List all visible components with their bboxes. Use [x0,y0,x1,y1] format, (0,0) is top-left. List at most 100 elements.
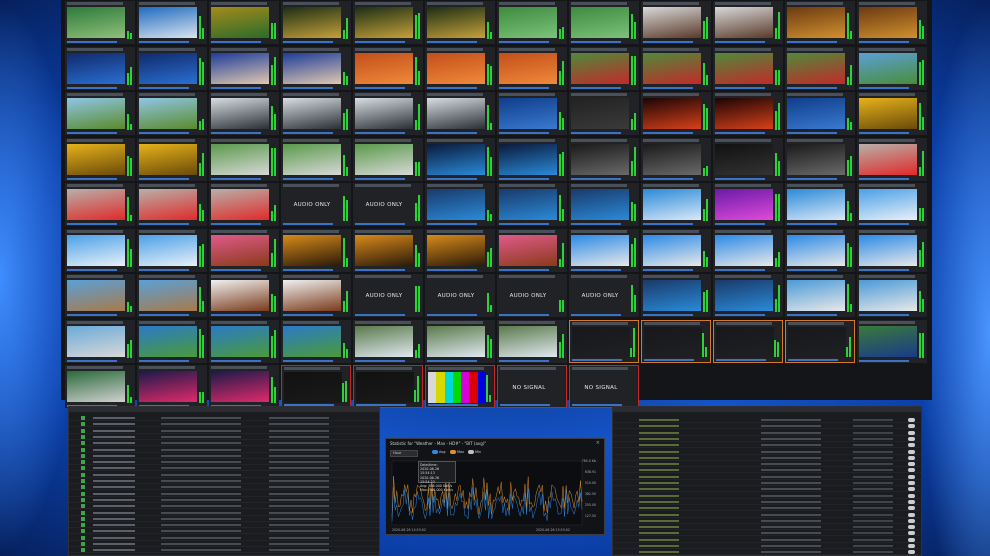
channel-row[interactable] [69,484,379,491]
channel-row[interactable] [69,541,379,547]
video-tile[interactable]: AUDIO ONLY [281,183,351,226]
video-tile[interactable] [281,274,351,317]
video-tile[interactable]: AUDIO ONLY [353,274,423,317]
video-tile[interactable] [497,183,567,226]
visibility-toggle-icon[interactable] [908,481,915,485]
video-tile[interactable] [65,137,135,181]
channel-row[interactable] [69,447,379,453]
video-tile[interactable] [137,46,207,90]
video-tile[interactable] [353,1,423,44]
channel-row[interactable] [69,453,379,459]
channel-row[interactable] [69,535,379,541]
video-tile[interactable] [209,92,279,135]
video-tile[interactable]: NO SIGNAL [497,365,567,408]
event-row[interactable] [613,530,921,537]
visibility-toggle-icon[interactable] [908,418,915,422]
video-tile[interactable] [569,228,639,272]
event-row[interactable] [613,518,921,524]
video-tile[interactable] [785,183,855,226]
channel-row[interactable] [69,472,379,478]
video-tile[interactable] [209,183,279,226]
video-tile[interactable] [569,319,639,363]
visibility-toggle-icon[interactable] [908,518,915,523]
video-tile[interactable] [497,319,567,363]
event-row[interactable] [613,442,921,449]
video-tile[interactable] [281,319,351,363]
video-tile[interactable] [137,274,207,317]
event-row[interactable] [613,505,921,512]
event-row[interactable] [613,467,921,474]
event-row[interactable] [613,480,921,486]
video-tile[interactable] [281,1,351,44]
video-tile[interactable] [713,46,783,90]
event-row[interactable] [613,537,921,543]
video-tile[interactable] [569,1,639,44]
event-row[interactable] [613,461,921,468]
video-tile[interactable] [281,228,351,272]
video-tile[interactable] [641,137,711,181]
channel-row[interactable] [69,428,379,434]
video-tile[interactable] [281,137,351,181]
channel-row[interactable] [69,547,379,554]
video-tile[interactable] [569,183,639,226]
video-tile[interactable] [497,46,567,90]
visibility-toggle-icon[interactable] [908,468,915,473]
video-tile[interactable] [497,137,567,181]
video-tile[interactable] [497,1,567,44]
video-tile[interactable] [65,274,135,317]
video-tile[interactable] [353,46,423,90]
video-tile[interactable] [65,183,135,226]
video-tile[interactable] [785,137,855,181]
video-tile[interactable] [497,92,567,135]
video-tile[interactable] [65,92,135,135]
video-tile[interactable] [425,137,495,181]
video-tile[interactable] [713,319,783,363]
channel-row[interactable] [69,516,379,522]
event-row[interactable] [613,549,921,555]
video-tile[interactable] [425,319,495,363]
channel-row[interactable] [69,510,379,516]
video-tile[interactable] [137,319,207,363]
video-tile[interactable] [713,274,783,317]
video-tile[interactable] [857,228,927,272]
visibility-toggle-icon[interactable] [908,544,915,548]
video-tile[interactable] [857,274,927,317]
video-tile[interactable] [65,365,135,408]
visibility-toggle-icon[interactable] [908,449,915,454]
video-tile[interactable] [65,1,135,44]
video-tile[interactable] [425,365,495,408]
video-tile[interactable] [209,137,279,181]
video-tile[interactable] [785,228,855,272]
channel-row[interactable] [69,459,379,466]
video-tile[interactable] [569,92,639,135]
video-tile[interactable] [785,1,855,44]
video-tile[interactable] [857,92,927,135]
video-tile[interactable] [641,46,711,90]
visibility-toggle-icon[interactable] [908,512,915,517]
video-tile[interactable] [641,274,711,317]
visibility-toggle-icon[interactable] [908,493,915,498]
video-tile[interactable] [785,319,855,363]
event-row[interactable] [613,493,921,499]
video-tile[interactable] [641,319,711,363]
video-tile[interactable]: AUDIO ONLY [425,274,495,317]
event-row[interactable] [613,512,921,518]
video-tile[interactable] [353,228,423,272]
event-row[interactable] [613,423,921,430]
video-tile[interactable] [209,46,279,90]
channel-row[interactable] [69,503,379,510]
video-tile[interactable] [713,1,783,44]
visibility-toggle-icon[interactable] [908,443,915,448]
video-tile[interactable] [209,1,279,44]
video-tile[interactable] [857,183,927,226]
video-tile[interactable] [209,274,279,317]
video-tile[interactable] [857,137,927,181]
video-tile[interactable] [857,319,927,363]
video-tile[interactable] [209,319,279,363]
visibility-toggle-icon[interactable] [908,537,915,542]
video-tile[interactable] [137,92,207,135]
channel-row[interactable] [69,478,379,484]
video-tile[interactable]: AUDIO ONLY [497,274,567,317]
visibility-toggle-icon[interactable] [908,455,915,460]
channel-row[interactable] [69,497,379,503]
